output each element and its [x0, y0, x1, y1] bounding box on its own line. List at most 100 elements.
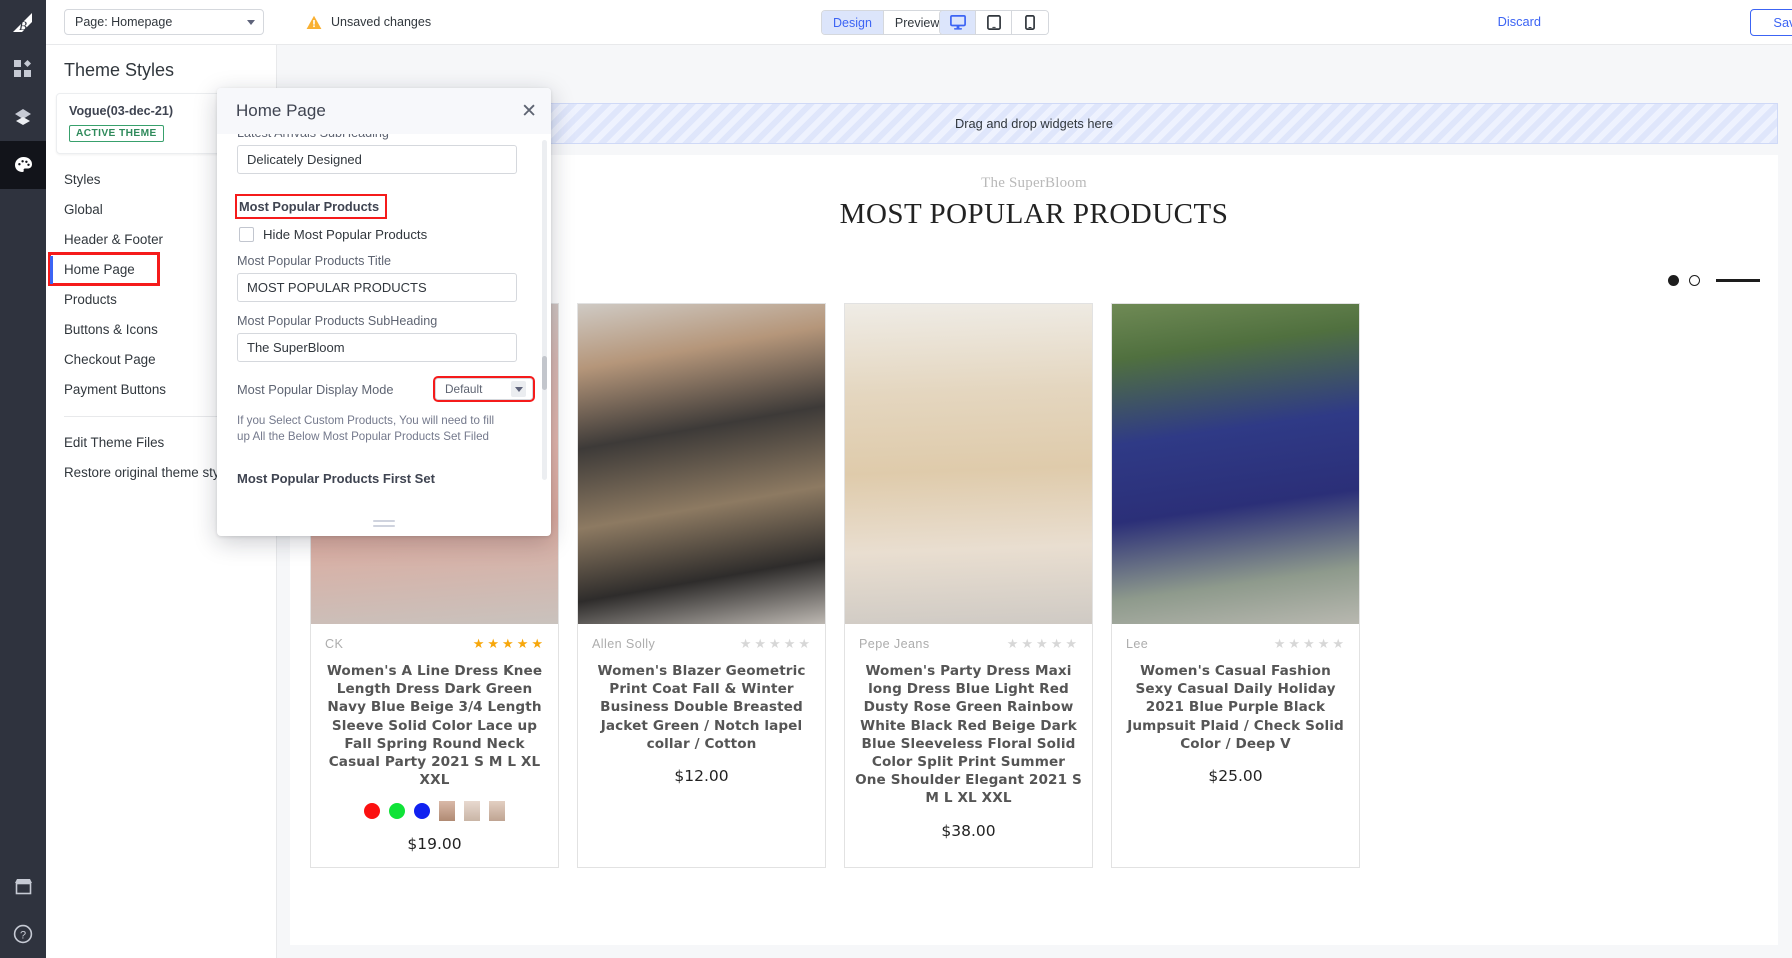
star-icon: ★ [1050, 636, 1064, 651]
device-tablet-button[interactable] [976, 11, 1012, 34]
product-title[interactable]: Women's Casual Fashion Sexy Casual Daily… [1112, 662, 1359, 753]
page-select[interactable]: Page: Homepage [64, 9, 264, 35]
star-icon: ★ [783, 636, 797, 651]
save-button[interactable]: Save [1750, 9, 1792, 36]
most-popular-display-mode-value: Default [445, 382, 483, 396]
most-popular-products-subheading-input[interactable] [237, 333, 517, 362]
tab-design[interactable]: Design [822, 11, 884, 34]
product-image [578, 304, 825, 624]
product-brand: CK [325, 637, 344, 651]
chevron-down-icon [247, 19, 255, 25]
product-brand: Pepe Jeans [859, 637, 930, 651]
star-icon: ★ [1006, 636, 1020, 651]
unsaved-changes-label: Unsaved changes [331, 15, 432, 29]
product-title[interactable]: Women's A Line Dress Knee Length Dress D… [311, 662, 558, 789]
product-brand-row: Allen Solly ★ ★ ★ ★ ★ [578, 624, 825, 652]
star-icon: ★ [1303, 636, 1316, 651]
rating-stars: ★ ★ ★ ★ ★ [473, 636, 544, 652]
warning-icon [306, 15, 322, 29]
star-icon: ★ [1317, 636, 1331, 651]
hide-most-popular-products-row[interactable]: Hide Most Popular Products [237, 227, 533, 242]
most-popular-display-mode-select[interactable]: Default [433, 376, 535, 402]
widget-dropzone-label: Drag and drop widgets here [955, 116, 1113, 131]
product-brand-row: Pepe Jeans ★ ★ ★ ★ ★ [845, 624, 1092, 652]
most-popular-display-mode-row: Most Popular Display Mode Default [237, 376, 535, 402]
star-icon: ★ [769, 636, 782, 651]
star-icon: ★ [1332, 636, 1345, 651]
swatch-green[interactable] [389, 803, 405, 820]
product-card[interactable]: Allen Solly ★ ★ ★ ★ ★ Women's Blazer Geo… [577, 303, 826, 869]
sidebar-icon-layers[interactable] [0, 93, 46, 141]
swatch-blue[interactable] [414, 803, 430, 820]
svg-text:?: ? [20, 930, 26, 942]
product-title[interactable]: Women's Party Dress Maxi long Dress Blue… [845, 662, 1092, 808]
most-popular-products-title-label: Most Popular Products Title [237, 254, 391, 268]
chevron-down-icon [511, 381, 526, 397]
swatch-red[interactable] [364, 803, 380, 820]
star-icon: ★ [1065, 636, 1078, 651]
product-card[interactable]: Lee ★ ★ ★ ★ ★ Women's Casual Fashion Sex… [1111, 303, 1360, 869]
sidebar-item-label: Checkout Page [64, 351, 156, 367]
pagination-dot[interactable] [1689, 275, 1700, 286]
product-image [845, 304, 1092, 624]
sidebar-item-label: Payment Buttons [64, 381, 166, 397]
modal-resize-handle[interactable] [217, 520, 551, 530]
star-icon: ★ [1021, 636, 1035, 651]
swatch-thumbnail[interactable] [439, 801, 455, 822]
product-card[interactable]: Pepe Jeans ★ ★ ★ ★ ★ Women's Party Dress… [844, 303, 1093, 869]
sidebar-item-label: Buttons & Icons [64, 321, 158, 337]
star-icon: ★ [472, 636, 486, 651]
sidebar-icon-apps[interactable] [0, 45, 46, 93]
modal-scrollbar-track[interactable] [542, 140, 547, 480]
page-select-value: Page: Homepage [75, 15, 173, 29]
rating-stars: ★ ★ ★ ★ ★ [1007, 636, 1078, 652]
most-popular-products-subheading-label: Most Popular Products SubHeading [237, 314, 438, 328]
modal-scrollbar-thumb[interactable] [542, 356, 547, 390]
hide-most-popular-products-label: Hide Most Popular Products [263, 227, 428, 242]
star-icon: ★ [531, 636, 544, 651]
sidebar-icon-theme-styles[interactable] [0, 141, 46, 189]
device-toggle-group [939, 10, 1049, 35]
product-image [1112, 304, 1359, 624]
latest-arrivals-subheading-input[interactable] [237, 145, 517, 174]
carousel-pagination[interactable] [1668, 275, 1760, 286]
tablet-icon [986, 15, 1001, 30]
unsaved-changes-indicator: Unsaved changes [306, 15, 431, 30]
discard-button[interactable]: Discard [1498, 14, 1541, 29]
product-swatches[interactable] [364, 801, 505, 822]
product-title[interactable]: Women's Blazer Geometric Print Coat Fall… [578, 662, 825, 753]
star-icon: ★ [1036, 636, 1049, 651]
star-icon: ★ [1273, 636, 1287, 651]
most-popular-products-title-input[interactable] [237, 273, 517, 302]
pagination-dot-active[interactable] [1668, 275, 1679, 286]
grip-lines-icon [373, 520, 395, 530]
help-icon[interactable]: ? [0, 910, 46, 958]
product-price: $19.00 [407, 835, 462, 854]
product-brand: Allen Solly [592, 637, 656, 651]
product-brand: Lee [1126, 637, 1149, 651]
product-brand-row: Lee ★ ★ ★ ★ ★ [1112, 624, 1359, 652]
top-toolbar: Page: Homepage Unsaved changes Design Pr… [46, 0, 1792, 45]
sidebar-item-label: Header & Footer [64, 231, 163, 247]
swatch-thumbnail[interactable] [464, 801, 480, 822]
left-icon-rail: B ? [0, 0, 46, 958]
modal-body: Latest Arrivals SubHeading Most Popular … [217, 134, 551, 536]
sidebar-item-home-page[interactable]: Home Page [48, 252, 160, 286]
star-icon: ★ [754, 636, 768, 651]
mode-toggle-group: Design Preview [821, 10, 952, 35]
device-mobile-button[interactable] [1012, 11, 1048, 34]
modal-title: Home Page [236, 101, 326, 120]
close-icon[interactable]: ✕ [521, 102, 537, 121]
hide-most-popular-products-checkbox[interactable] [239, 227, 254, 242]
most-popular-products-first-set-heading: Most Popular Products First Set [237, 471, 435, 486]
status-badge: ACTIVE THEME [69, 125, 164, 142]
device-desktop-button[interactable] [940, 11, 976, 34]
home-page-settings-modal: Home Page ✕ Latest Arrivals SubHeading M… [217, 88, 551, 536]
storefront-icon[interactable] [0, 862, 46, 910]
sidebar-item-label: Global [64, 201, 103, 217]
product-price: $12.00 [674, 767, 729, 786]
modal-header: Home Page ✕ [217, 88, 551, 134]
page-title: Theme Styles [64, 60, 175, 80]
star-icon: ★ [502, 636, 515, 651]
swatch-thumbnail[interactable] [489, 801, 505, 822]
